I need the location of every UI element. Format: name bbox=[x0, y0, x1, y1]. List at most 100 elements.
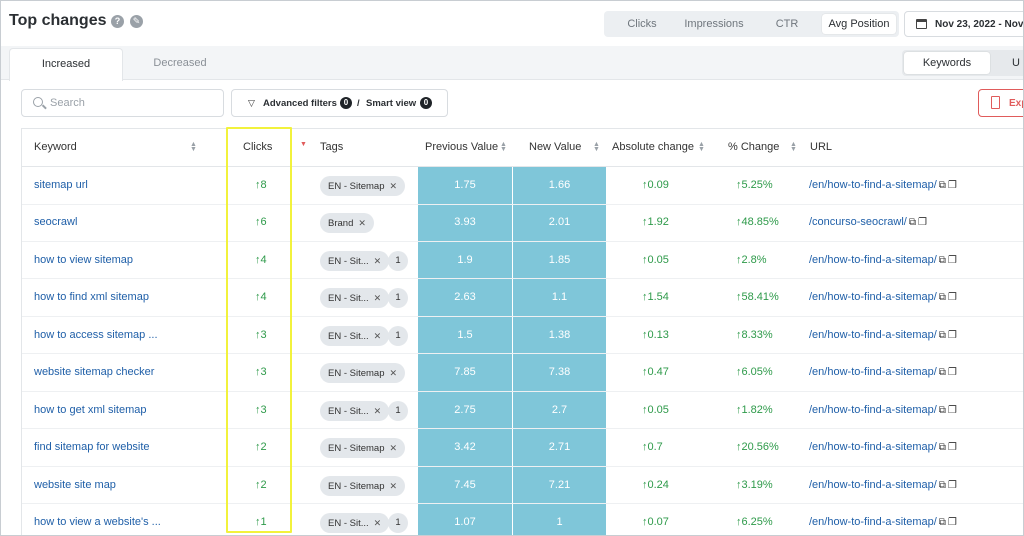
remove-tag-icon[interactable]: ✕ bbox=[374, 256, 382, 266]
more-tags-count[interactable]: 1 bbox=[388, 400, 408, 421]
tag-chip[interactable]: EN - Sit... ✕ bbox=[320, 288, 390, 309]
remove-tag-icon[interactable]: ✕ bbox=[374, 406, 382, 416]
metric-impressions[interactable]: Impressions bbox=[676, 14, 752, 34]
remove-tag-icon[interactable]: ✕ bbox=[390, 443, 398, 453]
tab-increased[interactable]: Increased bbox=[9, 48, 123, 81]
tag-chip[interactable]: EN - Sit... ✕ bbox=[320, 513, 390, 534]
table-row[interactable]: sitemap url ↑8 EN - Sitemap ✕ 1.75 1.66 ↑0.09 ↑… bbox=[22, 167, 1023, 205]
table-row[interactable]: how to view a website's ... ↑1 EN - Sit...… bbox=[22, 504, 1023, 535]
keyword-link[interactable]: how to view a website's ... bbox=[34, 504, 161, 535]
keyword-link[interactable]: find sitemap for website bbox=[34, 429, 150, 466]
metric-avg-position[interactable]: Avg Position bbox=[822, 14, 896, 34]
metric-clicks[interactable]: Clicks bbox=[612, 14, 672, 34]
external-link-icon[interactable]: ⧉ bbox=[939, 392, 946, 429]
external-link-icon[interactable]: ⧉ bbox=[939, 504, 946, 535]
sort-active-icon[interactable]: ▼ bbox=[300, 141, 307, 148]
col-url[interactable]: URL bbox=[810, 129, 832, 166]
table-row[interactable]: seocrawl ↑6 Brand ✕ 3.93 2.01 ↑1.92 ↑48.85%/con… bbox=[22, 204, 1023, 242]
remove-tag-icon[interactable]: ✕ bbox=[390, 368, 398, 378]
table-row[interactable]: find sitemap for website ↑2 EN - Sitemap ✕ 3… bbox=[22, 429, 1023, 467]
table-row[interactable]: website site map ↑2 EN - Sitemap ✕ 7.45 7.21 ↑… bbox=[22, 467, 1023, 505]
col-previous-value[interactable]: Previous Value bbox=[425, 129, 498, 166]
url-link[interactable]: /en/how-to-find-a-sitemap/ bbox=[809, 404, 937, 416]
copy-icon[interactable]: ❐ bbox=[948, 429, 957, 466]
table-row[interactable]: website sitemap checker ↑3 EN - Sitemap ✕ 7.… bbox=[22, 354, 1023, 392]
remove-tag-icon[interactable]: ✕ bbox=[390, 481, 398, 491]
keyword-link[interactable]: website sitemap checker bbox=[34, 354, 154, 391]
external-link-icon[interactable]: ⧉ bbox=[939, 279, 946, 316]
url-link[interactable]: /en/how-to-find-a-sitemap/ bbox=[809, 329, 937, 341]
date-range-picker[interactable]: Nov 23, 2022 - Nov 2 bbox=[904, 11, 1023, 37]
more-tags-count[interactable]: 1 bbox=[388, 325, 408, 346]
remove-tag-icon[interactable]: ✕ bbox=[374, 518, 382, 528]
tag-chip[interactable]: EN - Sitemap ✕ bbox=[320, 363, 406, 384]
col-absolute-change[interactable]: Absolute change bbox=[612, 129, 694, 166]
keyword-link[interactable]: how to access sitemap ... bbox=[34, 317, 158, 354]
table-row[interactable]: how to find xml sitemap ↑4 EN - Sit... ✕ 1 2.… bbox=[22, 279, 1023, 317]
more-tags-count[interactable]: 1 bbox=[388, 288, 408, 309]
url-link[interactable]: /en/how-to-find-a-sitemap/ bbox=[809, 479, 937, 491]
col-keyword[interactable]: Keyword bbox=[34, 129, 77, 166]
copy-icon[interactable]: ❐ bbox=[918, 204, 927, 241]
keyword-link[interactable]: how to view sitemap bbox=[34, 242, 133, 279]
url-link[interactable]: /en/how-to-find-a-sitemap/ bbox=[809, 254, 937, 266]
url-link[interactable]: /en/how-to-find-a-sitemap/ bbox=[809, 441, 937, 453]
external-link-icon[interactable]: ⧉ bbox=[939, 354, 946, 391]
col-tags[interactable]: Tags bbox=[320, 129, 343, 166]
sort-icon[interactable]: ▲ ▼ bbox=[790, 141, 797, 153]
remove-tag-icon[interactable]: ✕ bbox=[390, 181, 398, 191]
metric-ctr[interactable]: CTR bbox=[760, 14, 814, 34]
copy-icon[interactable]: ❐ bbox=[948, 279, 957, 316]
col-pct-change[interactable]: % Change bbox=[728, 129, 779, 166]
tab-decreased[interactable]: Decreased bbox=[123, 48, 237, 80]
copy-icon[interactable]: ❐ bbox=[948, 242, 957, 279]
copy-icon[interactable]: ❐ bbox=[948, 392, 957, 429]
tag-chip[interactable]: EN - Sitemap ✕ bbox=[320, 438, 406, 459]
sort-icon[interactable]: ▲ ▼ bbox=[190, 141, 197, 153]
keyword-link[interactable]: how to find xml sitemap bbox=[34, 279, 149, 316]
search-input[interactable] bbox=[21, 89, 224, 117]
keyword-link[interactable]: how to get xml sitemap bbox=[34, 392, 147, 429]
external-link-icon[interactable]: ⧉ bbox=[939, 167, 946, 204]
copy-icon[interactable]: ❐ bbox=[948, 354, 957, 391]
url-link[interactable]: /en/how-to-find-a-sitemap/ bbox=[809, 366, 937, 378]
view-keywords[interactable]: Keywords bbox=[904, 52, 990, 74]
url-link[interactable]: /en/how-to-find-a-sitemap/ bbox=[809, 291, 937, 303]
external-link-icon[interactable]: ⧉ bbox=[939, 467, 946, 504]
external-link-icon[interactable]: ⧉ bbox=[939, 242, 946, 279]
url-link[interactable]: /en/how-to-find-a-sitemap/ bbox=[809, 516, 937, 528]
tag-chip[interactable]: EN - Sit... ✕ bbox=[320, 250, 390, 271]
sort-icon[interactable]: ▲ ▼ bbox=[593, 141, 600, 153]
table-row[interactable]: how to access sitemap ... ↑3 EN - Sit... ✕ 1… bbox=[22, 317, 1023, 355]
edit-icon[interactable]: ✎ bbox=[130, 15, 143, 28]
sort-icon[interactable]: ▲ ▼ bbox=[500, 141, 507, 153]
table-row[interactable]: how to view sitemap ↑4 EN - Sit... ✕ 1 1.9 1.8… bbox=[22, 242, 1023, 280]
filters-button[interactable]: ▽ Advanced filters 0 / Smart view 0 bbox=[231, 89, 448, 117]
more-tags-count[interactable]: 1 bbox=[388, 250, 408, 271]
view-urls[interactable]: U bbox=[1002, 52, 1023, 74]
tag-chip[interactable]: Brand ✕ bbox=[320, 213, 374, 234]
tag-chip[interactable]: EN - Sit... ✕ bbox=[320, 400, 390, 421]
remove-tag-icon[interactable]: ✕ bbox=[374, 293, 382, 303]
remove-tag-icon[interactable]: ✕ bbox=[374, 331, 382, 341]
col-new-value[interactable]: New Value bbox=[529, 129, 581, 166]
copy-icon[interactable]: ❐ bbox=[948, 467, 957, 504]
url-link[interactable]: /concurso-seocrawl/ bbox=[809, 216, 907, 228]
copy-icon[interactable]: ❐ bbox=[948, 317, 957, 354]
keyword-link[interactable]: seocrawl bbox=[34, 204, 77, 241]
table-row[interactable]: how to get xml sitemap ↑3 EN - Sit... ✕ 1 2.7… bbox=[22, 392, 1023, 430]
keyword-link[interactable]: website site map bbox=[34, 467, 116, 504]
remove-tag-icon[interactable]: ✕ bbox=[358, 218, 366, 228]
help-icon[interactable]: ? bbox=[111, 15, 124, 28]
external-link-icon[interactable]: ⧉ bbox=[939, 317, 946, 354]
more-tags-count[interactable]: 1 bbox=[388, 513, 408, 534]
tag-chip[interactable]: EN - Sitemap ✕ bbox=[320, 475, 406, 496]
copy-icon[interactable]: ❐ bbox=[948, 504, 957, 535]
tag-chip[interactable]: EN - Sit... ✕ bbox=[320, 325, 390, 346]
sort-icon[interactable]: ▲ ▼ bbox=[698, 141, 705, 153]
keyword-link[interactable]: sitemap url bbox=[34, 167, 88, 204]
external-link-icon[interactable]: ⧉ bbox=[909, 204, 916, 241]
url-link[interactable]: /en/how-to-find-a-sitemap/ bbox=[809, 179, 937, 191]
external-link-icon[interactable]: ⧉ bbox=[939, 429, 946, 466]
copy-icon[interactable]: ❐ bbox=[948, 167, 957, 204]
